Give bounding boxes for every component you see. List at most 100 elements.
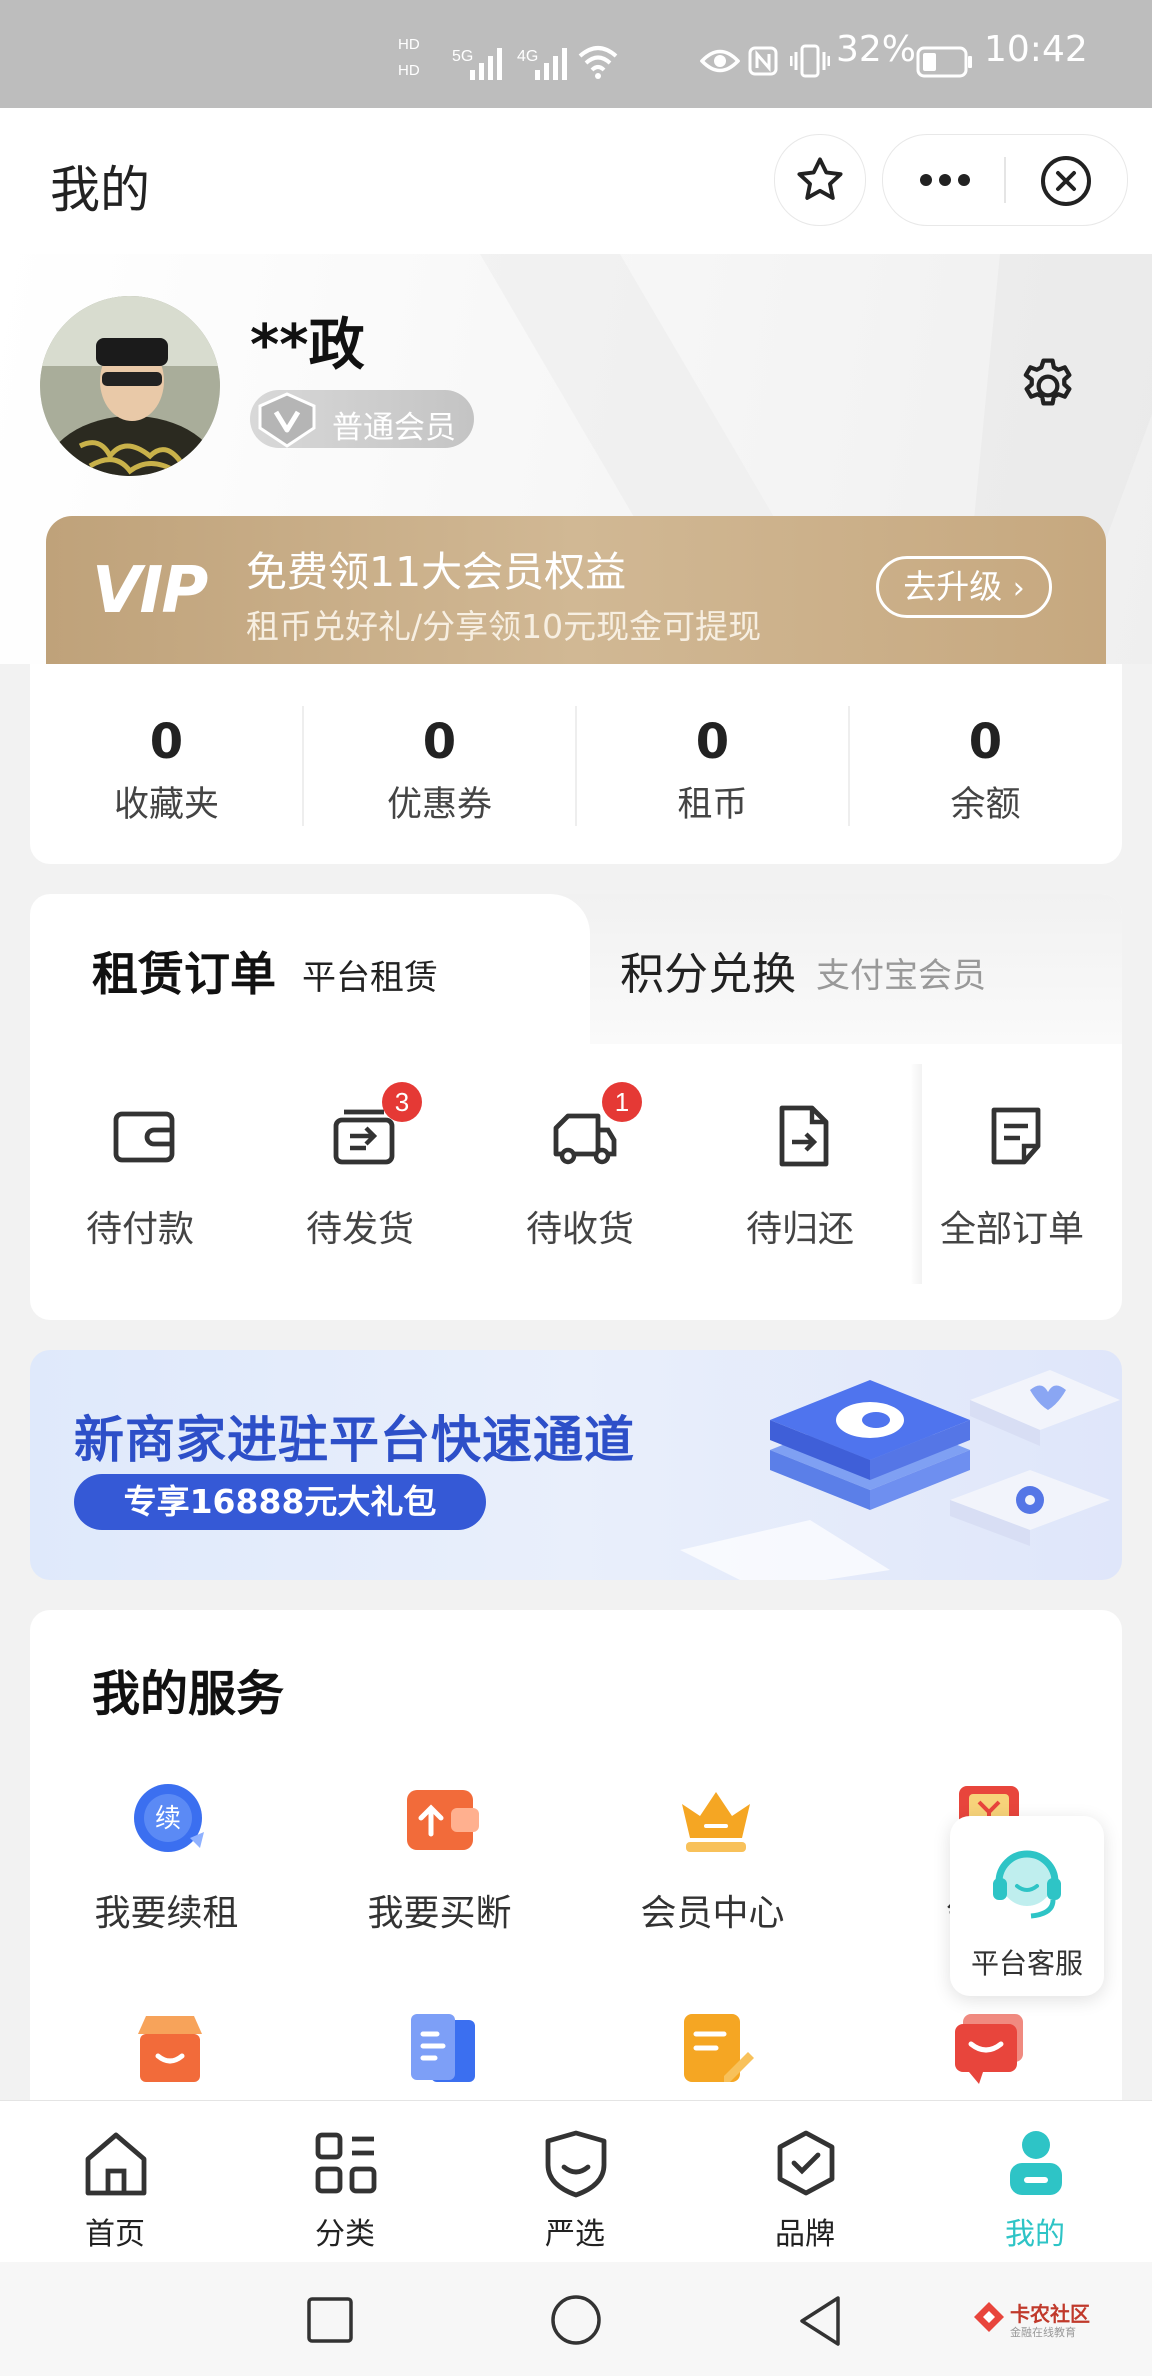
shield-icon xyxy=(545,2130,607,2198)
count-badge: 3 xyxy=(382,1082,422,1122)
signal-icon xyxy=(535,48,567,80)
customer-service-label: 平台客服 xyxy=(970,1947,1083,1980)
order-label: 待发货 xyxy=(305,1209,414,1250)
nav-label: 分类 xyxy=(315,2217,375,2252)
back-triangle-icon[interactable] xyxy=(796,2294,844,2348)
service-label: 会员中心 xyxy=(640,1893,785,1934)
recent-apps-icon[interactable] xyxy=(306,2296,354,2344)
vibrate-icon xyxy=(790,44,830,78)
battery-percent: 32% xyxy=(836,29,917,70)
settings-gear-icon[interactable] xyxy=(1016,354,1080,418)
wallet-icon xyxy=(113,1111,175,1163)
nav-mine[interactable]: 我的 xyxy=(920,2127,1150,2257)
orders-card: 租赁订单 平台租赁 积分兑换 支付宝会员 待付款 3 待发货 1 待收货 待归还… xyxy=(30,894,1122,1320)
upgrade-button[interactable]: 去升级 › xyxy=(876,556,1052,618)
stat-value: 0 xyxy=(968,714,1003,770)
vip-banner[interactable]: VIP 免费领11大会员权益 租币兑好礼/分享领10元现金可提现 去升级 › xyxy=(46,516,1106,664)
watermark-text: 卡农社区 xyxy=(1010,2302,1090,2326)
hd-indicator: HD HD xyxy=(398,36,420,79)
mini-program-capsule xyxy=(882,134,1128,226)
stat-label: 租币 xyxy=(677,785,748,825)
wifi-icon xyxy=(578,46,618,79)
return-doc-icon xyxy=(779,1105,829,1167)
signal-icon xyxy=(470,48,502,80)
vip-subtitle: 租币兑好礼/分享领10元现金可提现 xyxy=(246,607,762,646)
all-orders-icon xyxy=(991,1107,1041,1165)
order-pending-return[interactable]: 待归还 xyxy=(690,1102,910,1262)
merchant-3d-illustration xyxy=(680,1370,1120,1580)
profile-icon xyxy=(1010,2131,1062,2195)
stat-favorites[interactable]: 0 收藏夹 xyxy=(30,664,303,864)
eye-icon xyxy=(700,49,740,73)
tab-title: 积分兑换 xyxy=(620,949,796,1000)
stat-label: 收藏夹 xyxy=(113,785,219,825)
vip-title: 免费领11大会员权益 xyxy=(246,548,627,596)
buyout-wallet-icon xyxy=(407,1790,479,1850)
nfc-icon xyxy=(748,46,778,76)
member-shield-icon xyxy=(258,392,316,448)
stat-value: 0 xyxy=(422,714,457,770)
merchant-banner[interactable]: 新商家进驻平台快速通道 专享16888元大礼包 xyxy=(30,1350,1122,1580)
tab-points-exchange[interactable]: 积分兑换 支付宝会员 xyxy=(620,894,1120,1044)
renew-icon: 续 xyxy=(134,1784,204,1852)
page-title: 我的 xyxy=(50,161,150,219)
watermark-sub: 金融在线教育 xyxy=(1010,2326,1076,2339)
stat-value: 0 xyxy=(695,714,730,770)
customer-service-button[interactable]: 平台客服 xyxy=(950,1816,1104,1996)
favorite-button[interactable] xyxy=(774,134,866,226)
tab-subtitle: 平台租赁 xyxy=(302,958,438,998)
count-badge: 1 xyxy=(602,1082,642,1122)
nav-home[interactable]: 首页 xyxy=(0,2127,230,2257)
chevron-right-icon: › xyxy=(1012,571,1025,606)
category-icon xyxy=(315,2132,377,2194)
merchant-title: 新商家进驻平台快速通道 xyxy=(74,1411,635,1469)
order-label: 待付款 xyxy=(85,1209,194,1250)
star-icon xyxy=(797,157,843,200)
order-label: 待归还 xyxy=(745,1209,854,1250)
store-icon xyxy=(138,2016,202,2082)
close-button[interactable] xyxy=(1006,135,1127,225)
tab-rental-orders[interactable]: 租赁订单 平台租赁 xyxy=(30,894,590,1054)
service-label: 我要续租 xyxy=(94,1893,239,1934)
stats-card: 0 收藏夹 0 优惠券 0 租币 0 余额 xyxy=(30,664,1122,864)
order-pending-shipment[interactable]: 3 待发货 xyxy=(250,1082,470,1262)
home-circle-icon[interactable] xyxy=(550,2294,602,2346)
watermark-logo-icon xyxy=(974,2302,1004,2332)
service-label: 我要买断 xyxy=(367,1893,512,1934)
vip-logo: VIP xyxy=(92,554,208,628)
tab-subtitle: 支付宝会员 xyxy=(816,956,986,996)
merchant-gift-pill: 专享16888元大礼包 xyxy=(74,1474,486,1530)
nav-brand[interactable]: 品牌 xyxy=(690,2127,920,2257)
battery-icon xyxy=(916,46,972,78)
stat-coins[interactable]: 0 租币 xyxy=(576,664,849,864)
member-level-badge[interactable]: 普通会员 xyxy=(250,390,474,448)
order-pending-receipt[interactable]: 1 待收货 xyxy=(470,1082,690,1262)
tab-title: 租赁订单 xyxy=(92,947,276,1001)
stat-coupons[interactable]: 0 优惠券 xyxy=(303,664,576,864)
member-level-text: 普通会员 xyxy=(332,410,456,446)
stat-balance[interactable]: 0 余额 xyxy=(849,664,1122,864)
order-pending-payment[interactable]: 待付款 xyxy=(30,1102,250,1262)
order-label: 全部订单 xyxy=(939,1209,1084,1250)
upgrade-label: 去升级 xyxy=(903,567,1003,606)
clock: 10:42 xyxy=(984,29,1088,70)
headset-icon xyxy=(993,1850,1061,1919)
avatar[interactable] xyxy=(40,296,220,476)
status-bar: HD HD 5G 4G 32% 10:42 xyxy=(0,0,1152,108)
more-button[interactable] xyxy=(883,135,1004,225)
nav-label: 严选 xyxy=(545,2217,605,2252)
svg-text:续: 续 xyxy=(155,1804,181,1834)
close-icon xyxy=(1041,156,1091,206)
more-dots-icon xyxy=(920,174,970,186)
nav-label: 品牌 xyxy=(775,2217,835,2252)
message-icon xyxy=(955,2014,1023,2084)
nav-category[interactable]: 分类 xyxy=(230,2127,460,2257)
nav-label: 首页 xyxy=(85,2217,145,2252)
system-nav-bar: 卡农社区 金融在线教育 xyxy=(0,2262,1152,2376)
username: **政 xyxy=(250,313,365,378)
crown-icon xyxy=(682,1792,750,1852)
order-all[interactable]: 全部订单 xyxy=(902,1102,1122,1262)
title-bar: 我的 xyxy=(0,108,1152,254)
document-icon xyxy=(411,2014,475,2082)
nav-selected[interactable]: 严选 xyxy=(460,2127,690,2257)
